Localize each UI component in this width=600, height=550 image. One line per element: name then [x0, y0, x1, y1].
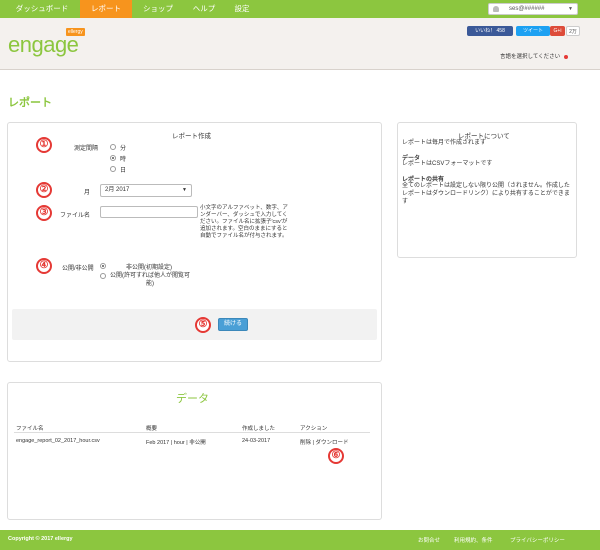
- user-icon: [493, 6, 499, 12]
- tweet-button[interactable]: ツイート: [516, 26, 550, 36]
- language-select[interactable]: 言語を選択してください: [500, 52, 569, 60]
- report-form-title: レポート作成: [172, 133, 211, 140]
- filename-help-text: 小文字のアルファベット、数字、アンダーバー、ダッシュで入力してください。ファイル…: [200, 205, 288, 239]
- interval-option-hour: 時: [120, 157, 127, 163]
- facebook-like-button[interactable]: いいね！ 458: [467, 26, 513, 36]
- visibility-option-public: 公開(許可すれば他人が閲覧可能): [110, 273, 190, 287]
- nav-item-dashboard[interactable]: ダッシュボード: [8, 0, 76, 18]
- share-count: 2万: [566, 26, 580, 36]
- google-plus-button[interactable]: G+i: [550, 26, 565, 36]
- filename-label: ファイル名: [60, 213, 91, 219]
- language-select-label: 言語を選択してください: [500, 54, 561, 60]
- data-title: データ: [176, 393, 209, 405]
- copyright: Copyright © 2017 ellergy: [8, 536, 73, 542]
- annotation-2: ②: [36, 182, 52, 198]
- annotation-6: ⑥: [328, 448, 344, 464]
- status-dot-icon: [564, 54, 569, 59]
- visibility-label: 公開/非公開: [62, 266, 94, 272]
- continue-button[interactable]: 続ける: [218, 318, 248, 331]
- interval-radio-hour[interactable]: [110, 155, 116, 161]
- about-data-text: レポートはCSVフォーマットです: [402, 161, 493, 167]
- download-link[interactable]: ダウンロード: [316, 440, 349, 446]
- about-intro: レポートは毎月で作成されます: [402, 140, 487, 146]
- logo-tag: ellergy: [66, 28, 85, 36]
- row-filename: engage_report_02_2017_hour.csv: [16, 438, 100, 444]
- top-nav: ダッシュボード レポート ショップ ヘルプ 設定 ses@###### ▼: [0, 0, 600, 18]
- chevron-down-icon: ▼: [568, 6, 573, 12]
- month-select[interactable]: 2月 2017 ▼: [100, 184, 192, 197]
- interval-radio-minute[interactable]: [110, 144, 116, 150]
- user-menu[interactable]: ses@###### ▼: [488, 3, 578, 15]
- interval-label: 測定間隔: [74, 146, 99, 152]
- interval-option-minute: 分: [120, 146, 127, 152]
- header: engage ellergy いいね！ 458 ツイート G+i 2万 言語を選…: [0, 18, 600, 70]
- filename-input[interactable]: [100, 206, 198, 218]
- column-header-created: 作成しました: [242, 426, 276, 432]
- nav-item-help[interactable]: ヘルプ: [186, 0, 222, 18]
- page-title: レポート: [8, 97, 52, 109]
- chevron-down-icon: ▼: [182, 187, 187, 193]
- visibility-radio-private[interactable]: [100, 263, 106, 269]
- interval-radio-day[interactable]: [110, 166, 116, 172]
- column-header-summary: 概要: [146, 426, 158, 432]
- annotation-1: ①: [36, 137, 52, 153]
- delete-link[interactable]: 削除: [300, 440, 311, 446]
- user-name: ses@######: [509, 6, 545, 12]
- annotation-5: ⑤: [195, 317, 211, 333]
- nav-item-shop[interactable]: ショップ: [136, 0, 180, 18]
- interval-option-day: 日: [120, 168, 127, 174]
- annotation-3: ③: [36, 205, 52, 221]
- action-separator: |: [312, 440, 314, 446]
- footer-link-privacy[interactable]: プライバシーポリシー: [510, 536, 565, 544]
- month-select-value: 2月 2017: [105, 187, 130, 193]
- month-label: 月: [84, 190, 91, 196]
- footer-link-terms[interactable]: 利用規約、条件: [454, 536, 493, 544]
- visibility-radio-public[interactable]: [100, 273, 106, 279]
- annotation-4: ④: [36, 258, 52, 274]
- nav-item-report[interactable]: レポート: [80, 0, 132, 18]
- column-header-action: アクション: [300, 426, 328, 432]
- row-created: 24-03-2017: [242, 438, 271, 444]
- nav-item-settings[interactable]: 設定: [228, 0, 256, 18]
- table-divider: [14, 432, 370, 433]
- column-header-filename: ファイル名: [16, 426, 44, 432]
- footer: Copyright © 2017 ellergy お問合せ 利用規約、条件 プラ…: [0, 530, 600, 550]
- visibility-option-private: 非公開(初期設定): [126, 265, 172, 271]
- footer-link-contact[interactable]: お問合せ: [418, 536, 440, 544]
- about-share-text: 全てのレポートは設定しない限り公開（されません。作成したレポートはダウンロードリ…: [402, 183, 570, 205]
- row-summary: Feb 2017 | hour | 非公開: [146, 440, 206, 446]
